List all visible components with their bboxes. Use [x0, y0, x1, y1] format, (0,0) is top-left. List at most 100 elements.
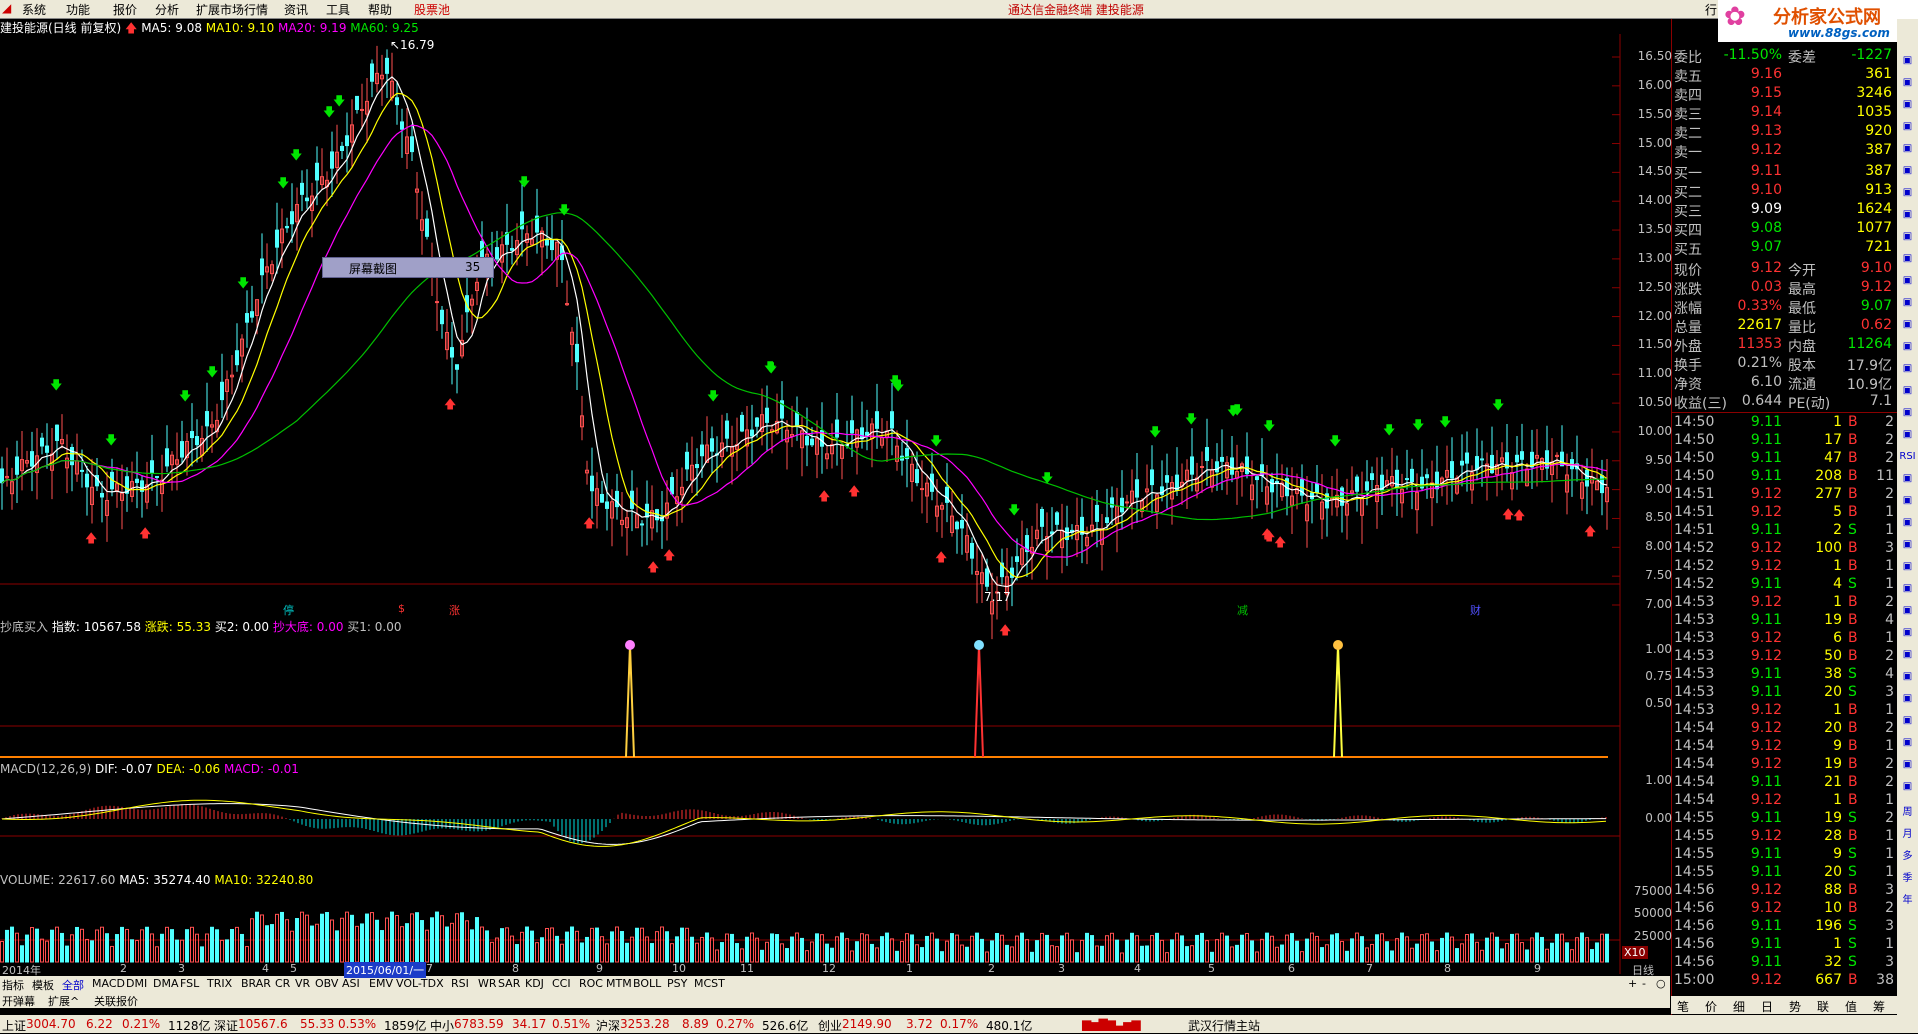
toolbar-icon[interactable]: ▣ — [1899, 385, 1916, 401]
server-name[interactable]: 武汉行情主站 — [1188, 1017, 1260, 1034]
menu-news[interactable]: 资讯 — [284, 1, 308, 18]
toolbar-icon[interactable]: 季 — [1899, 869, 1916, 885]
indicator-tab[interactable]: VR — [295, 977, 310, 990]
toolbar-icon[interactable]: ▣ — [1899, 297, 1916, 313]
indicator-tab[interactable]: MCST — [694, 977, 725, 990]
menu-system[interactable]: 系统 — [22, 1, 46, 18]
toolbar-icon[interactable]: ▣ — [1899, 363, 1916, 379]
quote-tab[interactable]: 日 — [1761, 998, 1773, 1015]
toolbar-icon[interactable]: ▣ — [1899, 253, 1916, 269]
quote-tab[interactable]: 联 — [1817, 998, 1829, 1015]
event-mark[interactable]: 减 — [1237, 602, 1248, 618]
indicator-tab[interactable]: FSL — [180, 977, 199, 990]
toolbar-icon[interactable]: ▣ — [1899, 143, 1916, 159]
quote-tab[interactable]: 势 — [1789, 998, 1801, 1015]
indicator-tab[interactable]: CR — [275, 977, 290, 990]
quote-tab[interactable]: 值 — [1845, 998, 1857, 1015]
indicator-tab[interactable]: OBV — [315, 977, 338, 990]
toolbar-icon[interactable]: ▣ — [1899, 55, 1916, 71]
screenshot-popup[interactable]: 屏幕截图 35 — [322, 257, 494, 278]
toolbar-icon[interactable]: ▣ — [1899, 429, 1916, 445]
event-mark[interactable]: $ — [398, 602, 405, 615]
zoom-control[interactable]: - — [1642, 977, 1646, 990]
indicator-tab[interactable]: MACD — [92, 977, 125, 990]
toolbar-icon[interactable]: ▣ — [1899, 319, 1916, 335]
indicator-tab[interactable]: TRIX — [207, 977, 232, 990]
indicator-tab[interactable]: DMI — [126, 977, 147, 990]
toolbar-icon[interactable]: ▣ — [1899, 539, 1916, 555]
volume-bar — [30, 927, 34, 963]
tick-time: 14:56 — [1674, 882, 1715, 898]
indicator-tab[interactable]: BRAR — [241, 977, 271, 990]
menu-ext-market[interactable]: 扩展市场行情 — [196, 1, 268, 18]
menu-analysis[interactable]: 分析 — [155, 1, 179, 18]
indicator-tab[interactable]: ASI — [342, 977, 360, 990]
indicator-tab[interactable]: WR — [478, 977, 497, 990]
chart-area[interactable] — [0, 34, 1670, 974]
event-mark[interactable]: 财 — [1470, 602, 1481, 618]
indicator-tab[interactable]: 模板 — [32, 977, 54, 993]
toolbar-icon[interactable]: ▣ — [1899, 121, 1916, 137]
indicator-tab[interactable]: CCI — [552, 977, 571, 990]
indicator-tab[interactable]: SAR — [498, 977, 520, 990]
extension-tab[interactable]: 扩展^ — [48, 993, 79, 1009]
toolbar-icon[interactable]: ▣ — [1899, 209, 1916, 225]
volume-bar — [1085, 932, 1089, 963]
toolbar-icon[interactable]: 年 — [1899, 891, 1916, 907]
indicator-tab[interactable]: 指标 — [2, 977, 24, 993]
indicator-tab[interactable]: MTM — [606, 977, 632, 990]
toolbar-icon[interactable]: RSI — [1899, 451, 1916, 467]
menu-help[interactable]: 帮助 — [368, 1, 392, 18]
toolbar-icon[interactable]: ▣ — [1899, 693, 1916, 709]
extension-tab[interactable]: 开弹幕 — [2, 993, 35, 1009]
toolbar-icon[interactable]: 多 — [1899, 847, 1916, 863]
toolbar-icon[interactable]: 周 — [1899, 803, 1916, 819]
toolbar-icon[interactable]: ▣ — [1899, 275, 1916, 291]
quote-tab[interactable]: 价 — [1705, 998, 1717, 1015]
indicator-tab[interactable]: RSI — [451, 977, 469, 990]
indicator-tab[interactable]: PSY — [667, 977, 687, 990]
zoom-control[interactable]: ○ — [1656, 977, 1666, 990]
toolbar-icon[interactable]: ▣ — [1899, 561, 1916, 577]
toolbar-icon[interactable]: ▣ — [1899, 671, 1916, 687]
toolbar-icon[interactable]: ▣ — [1899, 715, 1916, 731]
event-mark[interactable]: 停 — [283, 602, 294, 618]
indicator-tab[interactable]: BOLL — [633, 977, 661, 990]
toolbar-icon[interactable]: ▣ — [1899, 99, 1916, 115]
toolbar-icon[interactable]: ▣ — [1899, 495, 1916, 511]
indicator-tab[interactable]: 全部 — [62, 977, 84, 993]
quote-tab[interactable]: 筹 — [1873, 998, 1885, 1015]
indicator-tab[interactable]: KDJ — [525, 977, 544, 990]
stock-pool-button[interactable]: 股票池 — [414, 1, 450, 18]
toolbar-icon[interactable]: ▣ — [1899, 627, 1916, 643]
indicator-tab[interactable]: DMA — [153, 977, 179, 990]
toolbar-icon[interactable]: ▣ — [1899, 231, 1916, 247]
toolbar-icon[interactable]: ▣ — [1899, 77, 1916, 93]
quote-tab[interactable]: 笔 — [1677, 998, 1689, 1015]
indicator-tab[interactable]: ROC — [579, 977, 603, 990]
toolbar-icon[interactable]: ▣ — [1899, 341, 1916, 357]
menu-tools[interactable]: 工具 — [326, 1, 350, 18]
menu-right-label[interactable]: 行 — [1705, 1, 1717, 18]
toolbar-icon[interactable]: ▣ — [1899, 473, 1916, 489]
period-label[interactable]: 日线 — [1632, 962, 1654, 978]
toolbar-icon[interactable]: ▣ — [1899, 187, 1916, 203]
toolbar-icon[interactable]: ▣ — [1899, 605, 1916, 621]
toolbar-icon[interactable]: ▣ — [1899, 649, 1916, 665]
event-mark[interactable]: 涨 — [449, 602, 460, 618]
extension-tab[interactable]: 关联报价 — [94, 993, 138, 1009]
toolbar-icon[interactable]: ▣ — [1899, 165, 1916, 181]
toolbar-icon[interactable]: ▣ — [1899, 781, 1916, 797]
toolbar-icon[interactable]: ▣ — [1899, 407, 1916, 423]
quote-tab[interactable]: 细 — [1733, 998, 1745, 1015]
indicator-tab[interactable]: EMV — [369, 977, 393, 990]
toolbar-icon[interactable]: ▣ — [1899, 583, 1916, 599]
indicator-tab[interactable]: VOL-TDX — [396, 977, 444, 990]
menu-function[interactable]: 功能 — [66, 1, 90, 18]
toolbar-icon[interactable]: 月 — [1899, 825, 1916, 841]
toolbar-icon[interactable]: ▣ — [1899, 517, 1916, 533]
toolbar-icon[interactable]: ▣ — [1899, 759, 1916, 775]
zoom-control[interactable]: + — [1628, 977, 1637, 990]
toolbar-icon[interactable]: ▣ — [1899, 737, 1916, 753]
menu-quote[interactable]: 报价 — [113, 1, 137, 18]
